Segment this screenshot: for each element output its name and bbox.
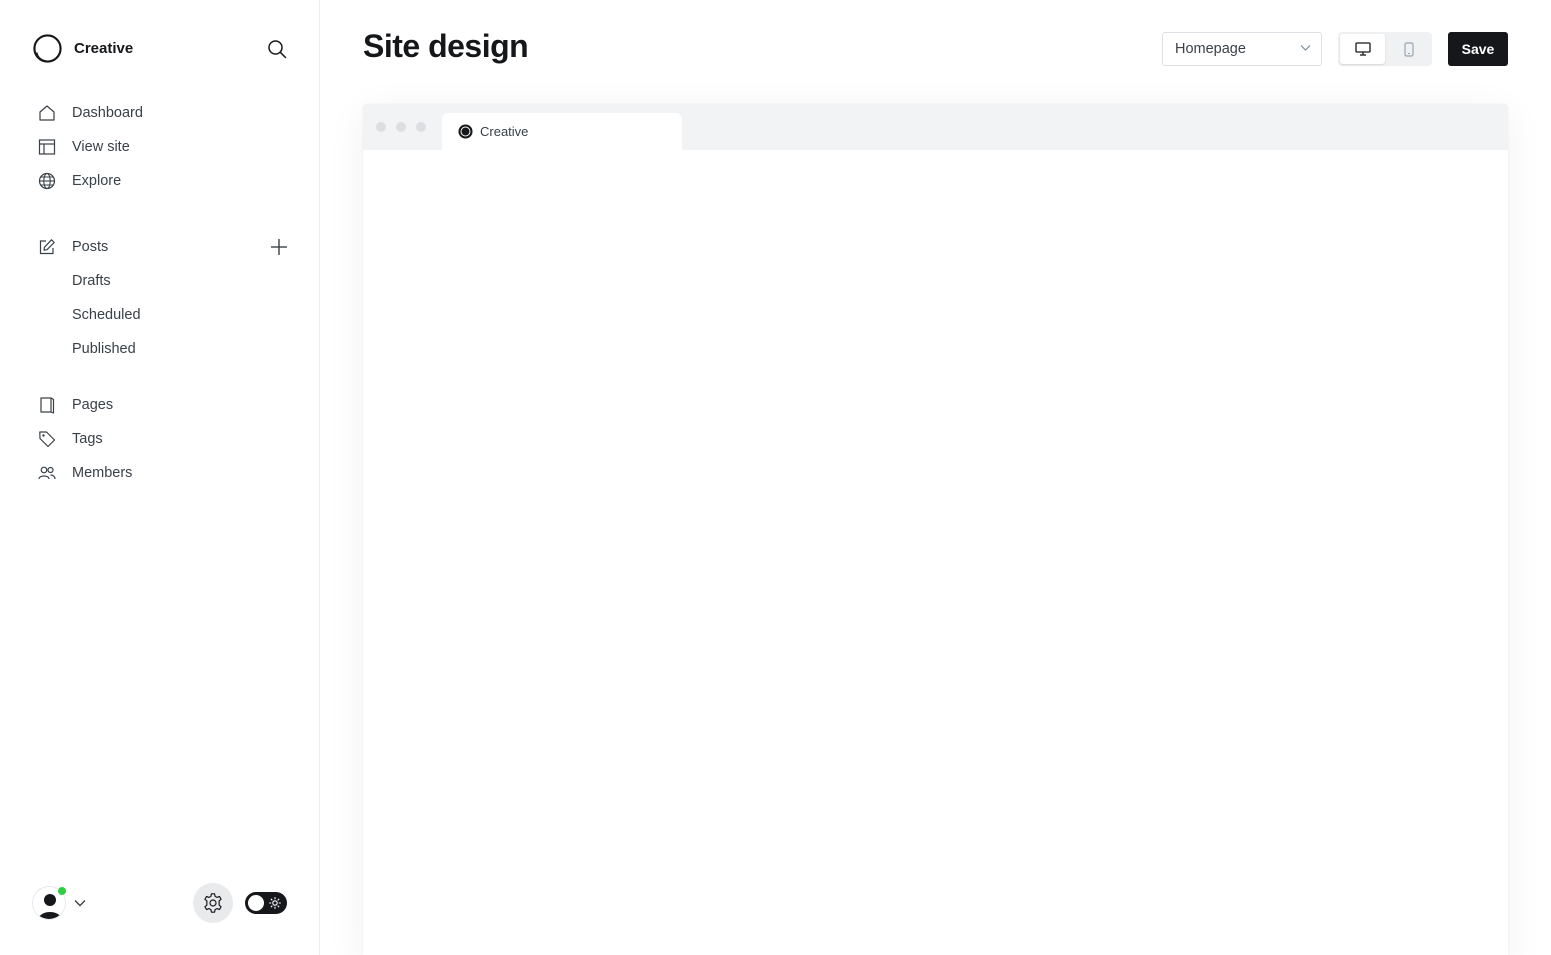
brand[interactable]: Creative — [32, 32, 133, 64]
sidebar-item-pages[interactable]: Pages — [0, 388, 320, 422]
primary-nav: Dashboard View site Explore — [0, 96, 320, 198]
theme-toggle[interactable] — [245, 892, 287, 914]
chevron-down-icon — [1300, 45, 1311, 51]
sidebar-item-label: Posts — [72, 239, 109, 255]
sidebar-item-drafts[interactable]: Drafts — [0, 264, 320, 298]
sidebar-item-label: Dashboard — [72, 105, 143, 121]
preview-page-select[interactable]: Homepage — [1162, 32, 1322, 66]
search-icon — [268, 40, 287, 59]
pencil-square-icon — [37, 238, 56, 257]
home-icon — [37, 104, 56, 123]
brand-name: Creative — [74, 39, 134, 57]
browser-toolbar: Creative — [363, 104, 1508, 150]
gear-icon — [204, 893, 222, 913]
sidebar-item-published[interactable]: Published — [0, 332, 320, 366]
preview-page-select-value: Homepage — [1175, 41, 1246, 57]
desktop-preview-button[interactable] — [1340, 34, 1385, 64]
sidebar-item-label: Scheduled — [72, 307, 141, 323]
preview-viewport[interactable] — [363, 150, 1508, 955]
secondary-nav: Pages Tags Members — [0, 388, 320, 490]
tag-icon — [37, 430, 56, 449]
sidebar-item-explore[interactable]: Explore — [0, 164, 320, 198]
sidebar-item-tags[interactable]: Tags — [0, 422, 320, 456]
mobile-preview-button[interactable] — [1386, 34, 1431, 64]
window-dot — [376, 122, 386, 132]
posts-nav: Posts Drafts Scheduled Published — [0, 230, 320, 366]
sidebar: Creative Dashboard View site Explore Pos… — [0, 0, 320, 955]
settings-button[interactable] — [193, 883, 233, 923]
sidebar-item-label: Drafts — [72, 273, 111, 289]
sun-icon — [268, 896, 282, 910]
sidebar-item-posts[interactable]: Posts — [0, 230, 320, 264]
sidebar-item-scheduled[interactable]: Scheduled — [0, 298, 320, 332]
save-button[interactable]: Save — [1448, 32, 1508, 66]
sidebar-item-members[interactable]: Members — [0, 456, 320, 490]
layout-icon — [37, 138, 56, 157]
browser-tab: Creative — [442, 113, 682, 150]
window-dot — [416, 122, 426, 132]
online-status-dot — [57, 886, 67, 896]
device-toggle-group — [1338, 32, 1432, 66]
site-preview-frame: Creative — [363, 104, 1508, 955]
sidebar-item-label: Published — [72, 341, 136, 357]
desktop-icon — [1354, 42, 1371, 56]
search-button[interactable] — [264, 36, 290, 62]
globe-icon — [37, 172, 56, 191]
page-title: Site design — [363, 28, 529, 64]
sidebar-item-view-site[interactable]: View site — [0, 130, 320, 164]
brand-logo-icon — [33, 33, 62, 63]
sidebar-item-label: Tags — [72, 431, 103, 447]
mobile-icon — [1403, 41, 1414, 57]
sidebar-item-label: Explore — [72, 173, 122, 189]
site-favicon-icon — [458, 124, 473, 139]
plus-icon — [271, 239, 287, 255]
browser-tab-title: Creative — [480, 124, 529, 139]
sidebar-item-label: Members — [72, 465, 133, 481]
sidebar-item-dashboard[interactable]: Dashboard — [0, 96, 320, 130]
add-post-button[interactable] — [266, 237, 292, 257]
sidebar-item-label: View site — [72, 139, 130, 155]
page-icon — [37, 396, 56, 415]
members-icon — [37, 464, 56, 483]
theme-toggle-knob — [248, 895, 264, 911]
sidebar-item-label: Pages — [72, 397, 114, 413]
chevron-down-icon — [74, 900, 86, 907]
window-dot — [396, 122, 406, 132]
